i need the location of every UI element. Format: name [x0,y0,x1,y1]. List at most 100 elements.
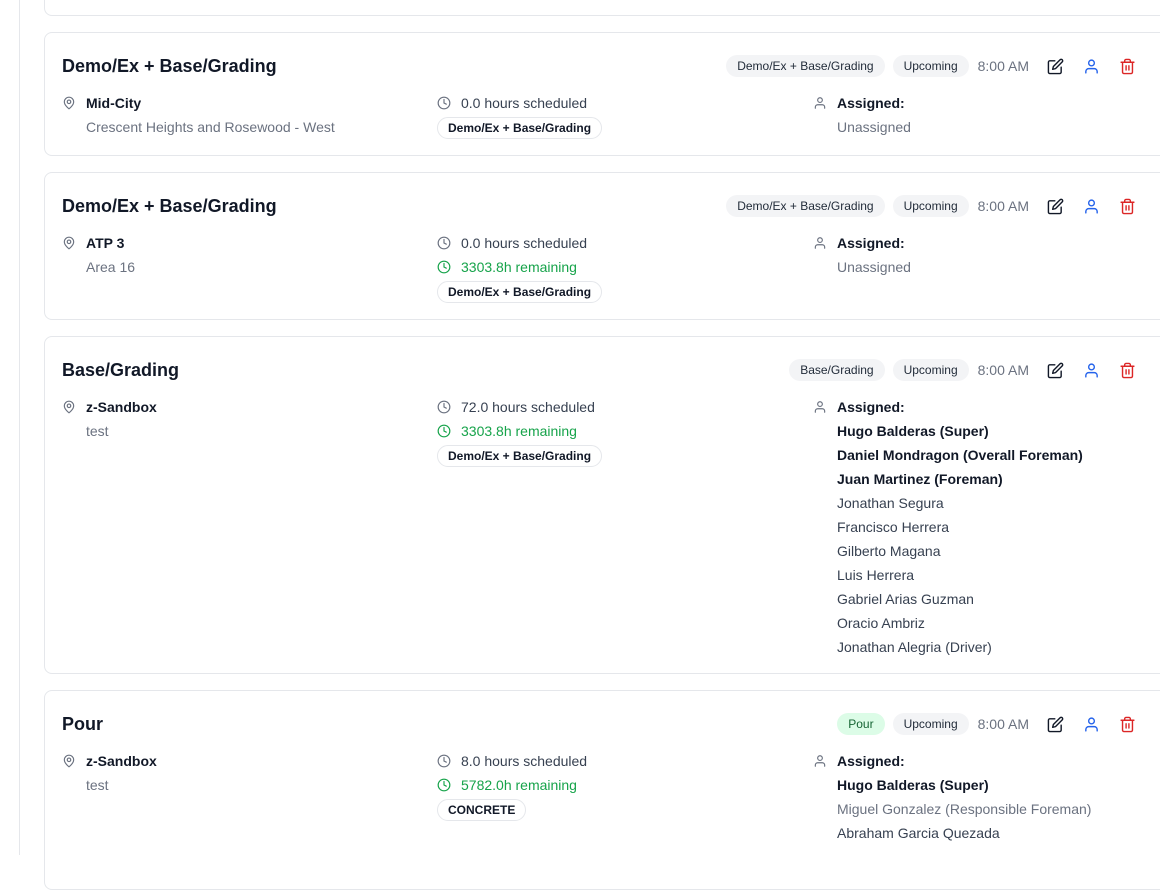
assigned-label: Assigned: [837,399,905,415]
status-badge: Upcoming [892,195,969,217]
assignee: Gabriel Arias Guzman [837,591,974,607]
assignee: Jonathan Alegria (Driver) [837,639,992,655]
edit-button[interactable] [1045,714,1065,734]
assignee: Abraham Garcia Quezada [837,825,1000,841]
schedule-card: Demo/Ex + Base/Grading Demo/Ex + Base/Gr… [44,32,1160,156]
card-title: Demo/Ex + Base/Grading [62,56,277,76]
category-badge: Demo/Ex + Base/Grading [726,195,885,217]
location-name: ATP 3 [86,235,125,251]
user-icon [1084,362,1098,378]
delete-button[interactable] [1117,196,1137,216]
edit-button[interactable] [1045,56,1065,76]
start-time: 8:00 AM [977,362,1029,378]
trash-icon [1119,58,1135,74]
hours-scheduled: 0.0 hours scheduled [461,235,588,251]
assignee: Unassigned [837,119,911,135]
left-rail [0,0,20,855]
assigned-column: Assigned: Hugo Balderas (Super) Miguel G… [813,749,1091,845]
category-badge: Pour [837,713,885,735]
user-icon [813,754,827,768]
assign-user-button[interactable] [1081,360,1101,380]
card-title: Pour [62,714,104,734]
clock-icon [437,778,451,792]
user-icon [813,400,827,414]
user-icon [1084,198,1098,214]
card-title: Demo/Ex + Base/Grading [62,196,277,216]
start-time: 8:00 AM [977,58,1029,74]
assignee: Jonathan Segura [837,495,944,511]
location-column: Mid-City Crescent Heights and Rosewood -… [62,91,335,139]
trash-icon [1119,362,1135,378]
hours-remaining: 5782.0h remaining [461,777,577,793]
assignee: Luis Herrera [837,567,915,583]
clock-icon [437,96,451,110]
assignee: Gilberto Magana [837,543,941,559]
assignee: Miguel Gonzalez (Responsible Foreman) [837,801,1092,817]
location-column: z-Sandbox test [62,749,157,797]
location-name: z-Sandbox [86,399,157,415]
clock-icon [437,400,451,414]
start-time: 8:00 AM [977,716,1029,732]
assigned-column: Assigned: Hugo Balderas (Super) Daniel M… [813,395,1083,659]
edit-icon [1047,716,1063,732]
card-title: Base/Grading [62,360,180,380]
edit-icon [1047,198,1063,214]
assigned-label: Assigned: [837,753,905,769]
assign-user-button[interactable] [1081,714,1101,734]
category-badge: Base/Grading [789,359,885,381]
delete-button[interactable] [1117,714,1137,734]
assign-user-button[interactable] [1081,196,1101,216]
assigned-label: Assigned: [837,95,905,111]
hours-remaining: 3303.8h remaining [461,423,577,439]
map-pin-icon [62,96,76,110]
clock-icon [437,424,451,438]
assignee: Juan Martinez (Foreman) [837,471,1003,487]
edit-icon [1047,58,1063,74]
start-time: 8:00 AM [977,198,1029,214]
assignee: Oracio Ambriz [837,615,925,631]
user-icon [1084,58,1098,74]
user-icon [813,96,827,110]
category-badge: Demo/Ex + Base/Grading [726,55,885,77]
task-tag: Demo/Ex + Base/Grading [437,444,603,467]
assigned-column: Assigned: Unassigned [813,231,911,279]
location-column: ATP 3 Area 16 [62,231,135,279]
location-column: z-Sandbox test [62,395,157,443]
user-icon [1084,716,1098,732]
edit-button[interactable] [1045,196,1065,216]
schedule-card: Pour Pour Upcoming 8:00 AM z-Sandbox tes… [44,690,1160,890]
location-area: test [86,777,109,793]
previous-schedule-card [44,0,1160,16]
schedule-card: Demo/Ex + Base/Grading Demo/Ex + Base/Gr… [44,172,1160,320]
location-area: Area 16 [86,259,136,275]
clock-icon [437,754,451,768]
hours-scheduled: 72.0 hours scheduled [461,399,595,415]
clock-icon [437,236,451,250]
hours-column: 8.0 hours scheduled 5782.0h remaining CO… [437,749,587,821]
hours-column: 72.0 hours scheduled 3303.8h remaining D… [437,395,603,467]
map-pin-icon [62,236,76,250]
map-pin-icon [62,400,76,414]
hours-column: 0.0 hours scheduled Demo/Ex + Base/Gradi… [437,91,603,139]
assignee: Francisco Herrera [837,519,950,535]
edit-button[interactable] [1045,360,1065,380]
status-badge: Upcoming [892,55,969,77]
delete-button[interactable] [1117,360,1137,380]
assign-user-button[interactable] [1081,56,1101,76]
hours-scheduled: 0.0 hours scheduled [461,95,588,111]
edit-icon [1047,362,1063,378]
status-badge: Upcoming [892,359,969,381]
task-tag: CONCRETE [437,798,527,821]
location-name: Mid-City [86,95,142,111]
user-icon [813,236,827,250]
status-badge: Upcoming [892,713,969,735]
delete-button[interactable] [1117,56,1137,76]
location-area: Crescent Heights and Rosewood - West [86,119,335,135]
trash-icon [1119,198,1135,214]
task-tag: Demo/Ex + Base/Grading [437,280,603,303]
assignee: Unassigned [837,259,911,275]
location-name: z-Sandbox [86,753,157,769]
location-area: test [86,423,109,439]
assignee: Hugo Balderas (Super) [837,423,989,439]
assigned-label: Assigned: [837,235,905,251]
